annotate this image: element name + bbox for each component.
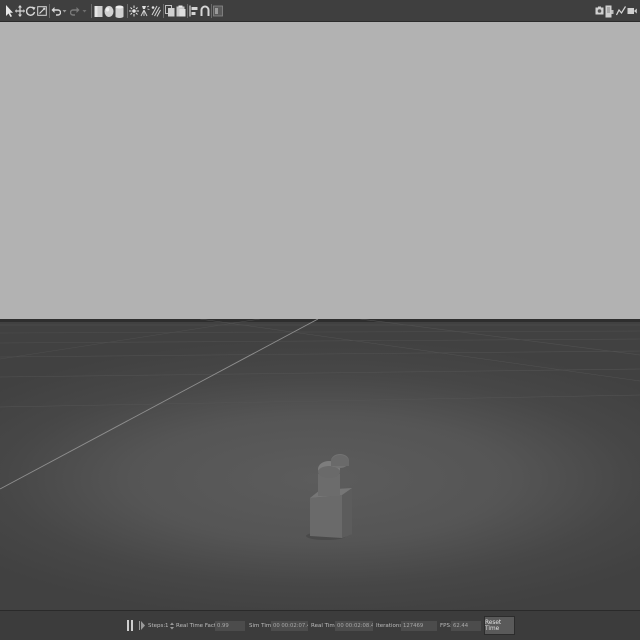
3d-viewport[interactable] <box>0 22 640 610</box>
toolbar-separator <box>127 4 128 18</box>
toolbar-separator <box>49 4 50 18</box>
plot-icon[interactable] <box>616 3 626 19</box>
undo-icon[interactable] <box>51 3 61 19</box>
sim-time-value: 00 00:02:07.469 <box>271 621 308 631</box>
paste-icon[interactable] <box>176 3 186 19</box>
reset-time-button[interactable]: Reset Time <box>484 616 515 635</box>
iterations-label: Iterations: <box>376 623 405 629</box>
steps-label: Steps: <box>148 623 166 629</box>
screenshot-icon[interactable] <box>595 3 604 19</box>
pause-icon[interactable] <box>127 620 133 631</box>
steps-value[interactable]: 1 <box>165 622 169 630</box>
log-icon[interactable] <box>605 3 614 19</box>
robot-model[interactable] <box>306 450 356 540</box>
rotate-icon[interactable] <box>26 3 36 19</box>
point-light-icon[interactable] <box>129 3 139 19</box>
select-arrow-icon[interactable] <box>4 3 14 19</box>
cylinder-icon[interactable] <box>115 3 124 19</box>
sky-background <box>0 22 640 319</box>
snap-icon[interactable] <box>200 3 210 19</box>
scale-icon[interactable] <box>37 3 47 19</box>
step-forward-icon[interactable] <box>139 621 145 630</box>
undo-dropdown-icon[interactable] <box>62 3 67 19</box>
toolbar <box>0 0 640 22</box>
steps-spin-icon[interactable] <box>170 622 174 630</box>
toolbar-separator <box>91 4 92 18</box>
directional-light-icon[interactable] <box>151 3 161 19</box>
spot-light-icon[interactable] <box>140 3 150 19</box>
redo-icon[interactable] <box>70 3 80 19</box>
translate-icon[interactable] <box>15 3 25 19</box>
fps-value: 62.44 <box>451 621 481 631</box>
align-icon[interactable] <box>189 3 199 19</box>
redo-dropdown-icon[interactable] <box>82 3 87 19</box>
toolbar-separator <box>187 4 188 18</box>
statusbar: Steps: 1 Real Time Factor: 0.99 Sim Time… <box>0 610 640 640</box>
toolbar-separator <box>163 4 164 18</box>
real-time-value: 00 00:02:08.484 <box>335 621 373 631</box>
box-icon[interactable] <box>94 3 103 19</box>
sphere-icon[interactable] <box>104 3 114 19</box>
real-time-factor-value: 0.99 <box>215 621 245 631</box>
video-record-icon[interactable] <box>627 3 637 19</box>
iterations-value: 127469 <box>401 621 437 631</box>
copy-icon[interactable] <box>165 3 175 19</box>
change-view-icon[interactable] <box>213 3 223 19</box>
toolbar-separator <box>211 4 212 18</box>
